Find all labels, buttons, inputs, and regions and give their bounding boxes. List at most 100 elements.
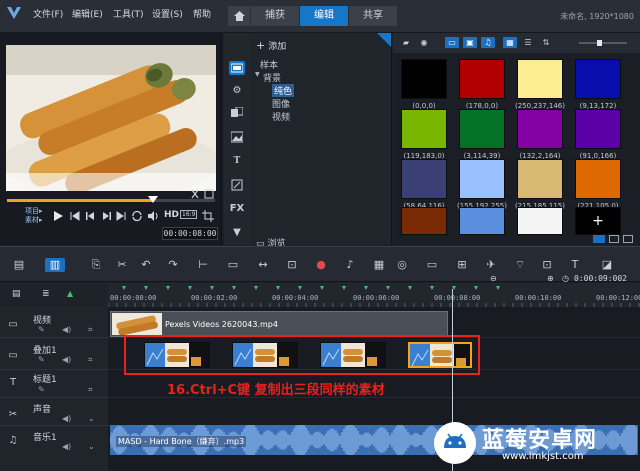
chapter-menu-icon[interactable]: ≣ [42, 289, 50, 299]
filter-icon[interactable] [229, 179, 245, 193]
audio-mixer-icon[interactable]: ♪ [343, 258, 357, 272]
mute-icon[interactable]: ◀) [62, 414, 71, 423]
preview-window[interactable] [6, 45, 216, 191]
detail-view-toggle-icon[interactable] [623, 235, 633, 243]
transition-icon[interactable] [229, 106, 245, 121]
list-view-toggle-icon[interactable] [609, 235, 619, 243]
color-swatch[interactable] [401, 207, 447, 235]
instant-project-icon[interactable]: ⚙ [229, 85, 245, 99]
mute-icon[interactable]: ◀) [62, 442, 71, 451]
multicam-icon[interactable]: ⊞ [455, 258, 469, 272]
next-frame-icon[interactable] [101, 211, 111, 221]
timeline-view-icon[interactable]: ▥ [45, 258, 65, 272]
color-swatch[interactable] [401, 159, 447, 199]
trim-markers-icon[interactable] [190, 187, 216, 201]
menu-help[interactable]: 帮助 [193, 7, 211, 20]
copy-icon[interactable]: ⎘ [89, 258, 103, 272]
tree-item-solid-color[interactable]: 纯色 [272, 84, 295, 97]
player-timecode[interactable]: 00:00:08:00 [162, 227, 218, 240]
tree-expand-icon[interactable]: ▼ [255, 71, 260, 78]
image-filter-icon[interactable]: ▣ [463, 37, 477, 48]
tab-capture[interactable]: 捕获 [251, 6, 299, 26]
zoom-timecode[interactable]: 0:00:09:002 [574, 274, 627, 283]
volume-icon[interactable] [147, 210, 159, 222]
graphic-icon[interactable] [229, 131, 245, 145]
media-icon[interactable] [229, 61, 245, 75]
fx-icon[interactable]: FX [229, 203, 245, 217]
3d-title-icon[interactable]: T [568, 258, 582, 272]
menu-settings[interactable]: 设置(S) [152, 7, 183, 20]
mute-icon[interactable]: ◀) [62, 325, 71, 334]
expand-down-icon[interactable]: ▼ [229, 227, 245, 241]
color-swatch[interactable] [459, 159, 505, 199]
color-swatch[interactable] [517, 207, 563, 235]
menu-file[interactable]: 文件(F) [33, 7, 63, 20]
record-icon[interactable]: ● [314, 258, 328, 272]
color-swatch[interactable] [459, 207, 505, 235]
ripple-icon[interactable]: ⌗ [88, 355, 93, 365]
circle-icon[interactable]: ◉ [417, 37, 431, 48]
scrub-bar[interactable] [7, 196, 215, 204]
tree-item-video[interactable]: 视频 [272, 110, 290, 123]
add-color-button[interactable]: + [575, 207, 621, 235]
video-clip[interactable]: Pexels Videos 2620043.mp4 [110, 311, 448, 337]
ripple-icon[interactable]: ⌗ [88, 385, 93, 395]
fit-project-icon[interactable]: ⊢ [196, 258, 210, 272]
ripple-icon[interactable]: ⌗ [88, 325, 93, 335]
tree-item-samples[interactable]: 样本 [260, 58, 278, 71]
video-filter-icon[interactable]: ▭ [445, 37, 459, 48]
menu-tools[interactable]: 工具(T) [113, 7, 144, 20]
overlay-icon[interactable]: ⊡ [540, 258, 554, 272]
home-tab[interactable] [228, 6, 250, 26]
auto-music-icon[interactable]: ▦ [372, 258, 386, 272]
crop-icon[interactable] [202, 210, 214, 222]
mute-icon[interactable]: ◀) [62, 355, 71, 364]
prev-frame-icon[interactable] [86, 211, 96, 221]
storyboard-view-icon[interactable]: ▤ [12, 258, 26, 272]
redo-icon[interactable]: ↷ [166, 258, 180, 272]
record-screen-icon[interactable]: ▭ [226, 258, 240, 272]
time-ruler[interactable]: 00:00:00:00 00:00:02:00 00:00:04:00 00:00:0… [108, 283, 640, 307]
edit-icon[interactable]: ✎ [38, 355, 45, 364]
aspect-icon[interactable]: 16:9 [180, 210, 198, 219]
undo-icon[interactable]: ↶ [139, 258, 153, 272]
crop-tool-icon[interactable]: ⊡ [285, 258, 299, 272]
track-manager-icon[interactable]: ▤ [12, 289, 21, 299]
repeat-icon[interactable] [131, 210, 143, 222]
menu-edit[interactable]: 编辑(E) [72, 7, 103, 20]
edit-icon[interactable]: ✎ [38, 325, 45, 334]
tools-icon[interactable]: ✂ [115, 258, 129, 272]
color-swatch[interactable] [401, 109, 447, 149]
tree-item-image[interactable]: 图像 [272, 97, 290, 110]
thumbnail-view-icon[interactable]: ▦ [503, 37, 517, 48]
grid-view-toggle-icon[interactable] [593, 235, 605, 243]
ripple-icon[interactable]: ⌄ [88, 442, 95, 451]
tree-item-background[interactable]: 背景 [263, 71, 281, 84]
sort-icon[interactable]: ⇅ [539, 37, 553, 48]
color-swatch[interactable] [575, 109, 621, 149]
edit-icon[interactable]: ✎ [38, 385, 45, 394]
zoom-in-icon[interactable]: ⊕ [547, 274, 554, 283]
hd-label-icon[interactable]: HD [164, 210, 179, 220]
list-view-icon[interactable]: ☰ [521, 37, 535, 48]
go-end-icon[interactable] [116, 211, 126, 221]
thumbnail-size-slider[interactable] [579, 40, 627, 46]
title-icon[interactable]: T [229, 155, 245, 169]
subtitle-icon[interactable]: ▭ [425, 258, 439, 272]
color-swatch[interactable] [575, 59, 621, 99]
tab-edit[interactable]: 编辑 [300, 6, 348, 26]
mask-icon[interactable]: ⌔ [513, 258, 527, 272]
color-swatch[interactable] [401, 59, 447, 99]
folder-icon[interactable]: ▰ [399, 37, 413, 48]
color-swatch[interactable] [517, 59, 563, 99]
color-swatch[interactable] [575, 159, 621, 199]
color-swatch[interactable] [459, 59, 505, 99]
color-swatch[interactable] [517, 159, 563, 199]
color-swatch[interactable] [459, 109, 505, 149]
clock-icon[interactable]: ◷ [562, 274, 569, 283]
go-start-icon[interactable] [70, 211, 80, 221]
tab-share[interactable]: 共享 [349, 6, 397, 26]
motion-icon[interactable]: ◎ [395, 258, 409, 272]
split-icon[interactable]: ↔ [256, 258, 270, 272]
audio-filter-icon[interactable]: ♫ [481, 37, 495, 48]
